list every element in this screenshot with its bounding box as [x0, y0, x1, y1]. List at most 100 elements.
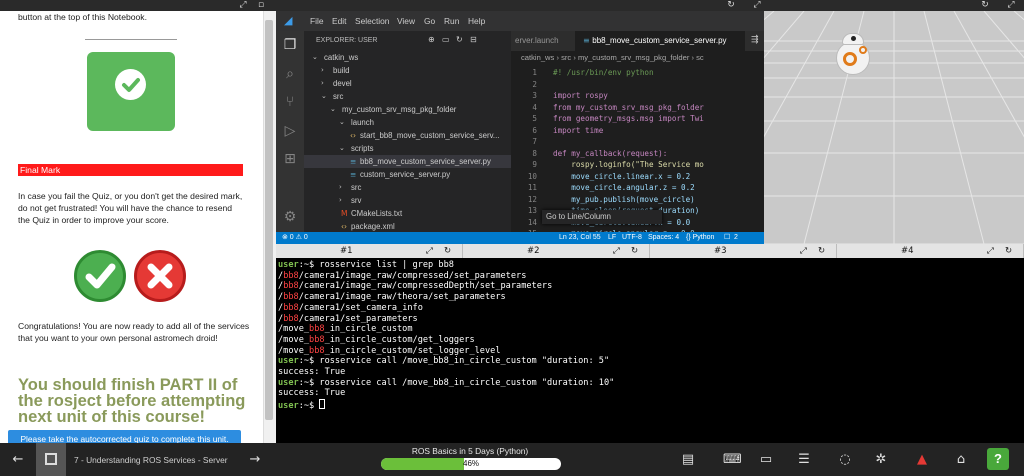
tree-item[interactable]: › src — [304, 181, 511, 194]
terminal-tab[interactable]: #3 ⤢ ↻ — [650, 244, 837, 258]
tree-item[interactable]: ≡ custom_service_server.py — [304, 168, 511, 181]
problems-count[interactable]: ⊗ 0 ⚠ 0 — [282, 232, 308, 244]
warning-icon[interactable]: ▲ — [914, 452, 930, 468]
collapse-icon[interactable]: ▫ — [256, 0, 266, 10]
back-arrow-icon[interactable]: ← — [10, 452, 26, 468]
tree-item-label: devel — [333, 79, 352, 88]
menu-go[interactable]: Go — [424, 15, 435, 27]
files-icon[interactable]: ❐ — [282, 37, 298, 53]
terminal-text: /move_ — [278, 334, 310, 345]
tree-item-label: scripts — [351, 144, 374, 153]
terminal-tab[interactable]: #4 ⤢ ↻ — [837, 244, 1024, 258]
menu-file[interactable]: File — [310, 15, 324, 27]
vscode-logo-icon: ◢ — [284, 14, 293, 27]
refresh-icon[interactable]: ↻ — [980, 0, 990, 10]
tree-item[interactable]: M CMakeLists.txt — [304, 207, 511, 220]
monitor-icon[interactable]: ▭ — [758, 452, 774, 468]
refresh-icon[interactable]: ↻ — [726, 0, 736, 10]
terminal-text: user — [278, 377, 299, 388]
refresh-icon[interactable]: ↻ — [631, 244, 638, 258]
refresh-explorer-icon[interactable]: ↻ — [456, 35, 463, 44]
tree-item[interactable]: › srv — [304, 194, 511, 207]
menu-view[interactable]: View — [397, 15, 415, 27]
new-folder-icon[interactable]: ▭ — [442, 35, 450, 44]
code-editor-icon[interactable]: ⌨ — [723, 452, 742, 468]
quiz-banner-button[interactable]: Please take the autocorrected quiz to co… — [8, 430, 241, 443]
tree-item[interactable]: ⌄ catkin_ws — [304, 51, 511, 64]
terminal-line: user:~$ rosservice list | grep bb8 — [278, 260, 454, 271]
notebook-toggle-button[interactable] — [36, 443, 66, 476]
network-icon[interactable]: ✲ — [873, 452, 889, 468]
document-icon[interactable]: ▤ — [681, 452, 695, 468]
list-view-icon[interactable]: ☰ — [795, 452, 813, 468]
tree-item[interactable]: ≡ bb8_move_custom_service_server.py — [304, 155, 511, 168]
indentation[interactable]: Spaces: 4 — [648, 232, 679, 244]
terminal-text: user — [278, 401, 299, 412]
terminal-panel[interactable]: user:~$ rosservice list | grep bb8/bb8/c… — [276, 258, 1024, 443]
home-icon[interactable]: ⌂ — [953, 452, 969, 468]
terminal-line: /move_bb8_in_circle_custom/get_loggers — [278, 335, 475, 346]
encoding[interactable]: UTF-8 — [622, 232, 642, 244]
tab-launch-file[interactable]: erver.launch — [511, 31, 573, 51]
notebook-top-text: button at the top of this Notebook. — [18, 12, 147, 22]
tree-item[interactable]: › devel — [304, 77, 511, 90]
tree-item[interactable]: ⌄ src — [304, 90, 511, 103]
terminal-tab[interactable]: #2 ⤢ ↻ — [463, 244, 650, 258]
chat-icon[interactable]: ◌ — [838, 452, 852, 468]
terminal-text: _in_circle_custom/set_logger_level — [324, 345, 501, 356]
code-area[interactable]: 1 #! /usr/bin/env python 2 3 import rospy 4 fr… — [511, 65, 764, 232]
activity-bar: ❐ ⌕ ⑂ ▷ ⊞ ⚙ — [276, 31, 304, 232]
tree-item[interactable]: ‹› package.xml — [304, 220, 511, 232]
line-number: 5 — [532, 114, 537, 123]
tree-item-label: CMakeLists.txt — [351, 209, 403, 218]
breadcrumb[interactable]: catkin_ws › src › my_custom_srv_msg_pkg_… — [511, 51, 764, 65]
source-control-icon[interactable]: ⑂ — [282, 94, 298, 110]
bell-icon[interactable]: ☐ — [724, 232, 730, 244]
expand-icon[interactable]: ⤢ — [613, 244, 620, 258]
forward-arrow-icon[interactable]: → — [247, 452, 263, 468]
refresh-icon[interactable]: ↻ — [818, 244, 825, 258]
terminal-text: :~$ rosservice call /move_bb8_in_circle_… — [298, 377, 615, 388]
line-number: 14 — [527, 217, 537, 227]
menu-selection[interactable]: Selection — [355, 15, 389, 27]
finish-part-heading: You should finish PART II of the rosject… — [18, 376, 246, 426]
settings-gear-icon[interactable]: ⚙ — [282, 209, 298, 225]
language-mode[interactable]: {} Python — [686, 232, 714, 244]
tab-active-file[interactable]: ≡ bb8_move_custom_service_server.py — [575, 31, 745, 51]
help-button[interactable]: ? — [987, 448, 1009, 470]
line-ending[interactable]: LF — [608, 232, 616, 244]
refresh-icon[interactable]: ↻ — [444, 244, 451, 258]
tree-item[interactable]: › build — [304, 64, 511, 77]
expand-icon[interactable]: ⤢ — [752, 0, 762, 10]
terminal-tab[interactable]: #1 ⤢ ↻ — [276, 244, 463, 258]
menu-edit[interactable]: Edit — [332, 15, 346, 27]
expand-icon[interactable]: ⤢ — [426, 244, 433, 258]
cursor-position[interactable]: Ln 23, Col 55 — [559, 232, 601, 244]
code-text: from geometry_msgs.msg import Twi — [553, 114, 704, 123]
tree-item-label: src — [333, 92, 344, 101]
split-editor-icon[interactable]: ⇶ — [751, 35, 759, 45]
menu-help[interactable]: Help — [468, 15, 485, 27]
expand-icon[interactable]: ⤢ — [987, 244, 994, 258]
tree-item[interactable]: ⌄ scripts — [304, 142, 511, 155]
tree-item[interactable]: ⌄ launch — [304, 116, 511, 129]
tree-item-label: package.xml — [351, 222, 395, 231]
collapse-all-icon[interactable]: ⊟ — [470, 35, 477, 44]
notification-count[interactable]: 2 — [734, 232, 738, 244]
code-text: my_pub.publish(move_circle) — [553, 194, 695, 204]
search-icon[interactable]: ⌕ — [282, 66, 298, 82]
notebook-scrollbar-thumb[interactable] — [265, 20, 273, 420]
menu-run[interactable]: Run — [444, 15, 459, 27]
extensions-icon[interactable]: ⊞ — [282, 151, 298, 167]
expand-icon[interactable]: ⤢ — [1006, 0, 1016, 10]
tree-item[interactable]: ‹› start_bb8_move_custom_service_serv... — [304, 129, 511, 142]
run-debug-icon[interactable]: ▷ — [282, 123, 298, 139]
new-file-icon[interactable]: ⊕ — [428, 35, 435, 44]
expand-icon[interactable]: ⤢ — [238, 0, 248, 10]
tree-item[interactable]: ⌄ my_custom_srv_msg_pkg_folder — [304, 103, 511, 116]
gazebo-simulation-view[interactable] — [764, 11, 1024, 244]
terminal-text: _in_circle_custom — [324, 324, 413, 335]
tree-item-label: build — [333, 66, 350, 75]
expand-icon[interactable]: ⤢ — [800, 244, 807, 258]
refresh-icon[interactable]: ↻ — [1005, 244, 1012, 258]
